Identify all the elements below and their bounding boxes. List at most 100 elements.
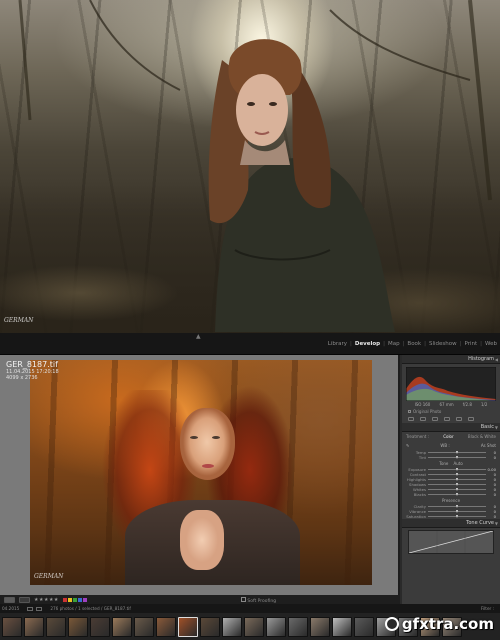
module-library[interactable]: Library <box>325 341 350 347</box>
tone-curve-header[interactable]: Tone Curve ▼ <box>402 519 500 528</box>
grid-view-icon[interactable] <box>27 606 34 611</box>
photo-info-overlay: GER_8187.tif 11.04.2015 17:20:18 4099 x … <box>6 360 59 381</box>
original-photo-toggle[interactable]: Original Photo <box>402 408 500 415</box>
adjustment-brush-icon[interactable] <box>468 417 474 421</box>
module-bar: ▲ Library | Develop | Map | Book | Slideshow… <box>0 333 500 355</box>
filmstrip-thumbnail[interactable] <box>288 617 308 637</box>
soft-proofing-toggle[interactable]: Soft Proofing <box>240 596 276 604</box>
filmstrip-thumbnail[interactable] <box>354 617 374 637</box>
back-arrow-icon[interactable] <box>36 606 43 611</box>
tone-curve-graph[interactable] <box>408 530 494 554</box>
slider-label: Blacks <box>413 492 426 497</box>
slider-track[interactable] <box>428 504 486 508</box>
module-slideshow[interactable]: Slideshow <box>426 341 460 347</box>
exif-aperture: f/2.8 <box>462 402 472 407</box>
original-photo-checkbox[interactable] <box>408 410 411 413</box>
filter-label[interactable]: Filter : <box>481 606 500 611</box>
slider-track[interactable] <box>428 482 486 486</box>
slider-value[interactable]: 0 <box>486 455 496 460</box>
histogram[interactable] <box>406 367 496 401</box>
slider-track[interactable] <box>428 450 486 454</box>
slider-value[interactable]: 0 <box>486 492 496 497</box>
treatment-label: Treatment : <box>406 434 429 439</box>
star-rating[interactable]: ★★★★★ <box>34 597 59 603</box>
tone-label: Tone <box>439 461 449 466</box>
treatment-bw-button[interactable]: Black & White <box>468 434 496 439</box>
basic-header[interactable]: Basic ▼ <box>402 423 500 432</box>
module-print[interactable]: Print <box>461 341 480 347</box>
filmstrip-thumbnail[interactable] <box>178 617 198 637</box>
slider-track[interactable] <box>428 472 486 476</box>
loupe-view-button[interactable] <box>4 597 15 603</box>
filmstrip-thumbnail[interactable] <box>112 617 132 637</box>
color-label-yellow[interactable] <box>67 598 72 602</box>
slider-knob[interactable] <box>455 450 458 454</box>
slider-knob[interactable] <box>455 455 458 459</box>
tone-auto-button[interactable]: Auto <box>454 461 463 466</box>
module-develop[interactable]: Develop <box>352 341 383 347</box>
collapse-triangle-icon[interactable]: ◀ <box>495 355 498 364</box>
photo-signature: GERMAN <box>34 573 64 580</box>
collapse-triangle-icon[interactable]: ▼ <box>495 423 498 432</box>
wb-select[interactable]: As Shot <box>481 443 496 448</box>
tone-subhead: Tone Auto <box>402 460 500 467</box>
filmstrip-thumbnail[interactable] <box>24 617 44 637</box>
exif-readout: ISO 160 67 mm f/2.8 1/2 <box>402 401 500 408</box>
left-eye <box>190 436 198 439</box>
graduated-filter-icon[interactable] <box>444 417 450 421</box>
filmstrip-thumbnail[interactable] <box>200 617 220 637</box>
red-eye-icon[interactable] <box>432 417 438 421</box>
edited-photo[interactable]: GERMAN <box>30 360 372 585</box>
histogram-header[interactable]: Histogram ◀ <box>402 355 500 364</box>
slider-track[interactable] <box>428 492 486 496</box>
tone-curve-line <box>409 531 493 553</box>
lips <box>202 464 214 468</box>
slider-track[interactable] <box>428 509 486 513</box>
slider-knob[interactable] <box>455 504 458 508</box>
slider-knob[interactable] <box>455 514 458 518</box>
color-label-blue[interactable] <box>77 598 82 602</box>
filmstrip-thumbnail[interactable] <box>332 617 352 637</box>
filmstrip-thumbnail[interactable] <box>266 617 286 637</box>
slider-track[interactable] <box>428 455 486 459</box>
slider-track[interactable] <box>428 514 486 518</box>
watermark-logo-icon <box>384 617 399 631</box>
module-web[interactable]: Web <box>482 341 500 347</box>
filmstrip-thumbnail[interactable] <box>156 617 176 637</box>
slider-track[interactable] <box>428 487 486 491</box>
tone-sliders: Exposure 0.00 Contrast 0 Highlights 0 Shadows 0… <box>402 467 500 497</box>
slider-knob[interactable] <box>455 509 458 513</box>
filmstrip-thumbnail[interactable] <box>68 617 88 637</box>
soft-proofing-checkbox[interactable] <box>240 596 246 602</box>
filmstrip-thumbnail[interactable] <box>134 617 154 637</box>
slider-track[interactable] <box>428 477 486 481</box>
collapse-triangle-icon[interactable]: ▼ <box>495 519 498 528</box>
slider-knob[interactable] <box>455 477 458 481</box>
folder-path[interactable]: 04.2015 <box>2 606 19 611</box>
slider-knob[interactable] <box>455 492 458 496</box>
filmstrip-thumbnail[interactable] <box>222 617 242 637</box>
collapse-panel-icon[interactable]: ▲ <box>196 333 201 340</box>
module-book[interactable]: Book <box>404 341 424 347</box>
before-after-button[interactable] <box>19 597 30 603</box>
slider-knob[interactable] <box>455 467 458 471</box>
filmstrip-thumbnail[interactable] <box>2 617 22 637</box>
slider-knob[interactable] <box>455 472 458 476</box>
slider-track[interactable] <box>428 467 486 471</box>
filmstrip-thumbnail[interactable] <box>46 617 66 637</box>
crop-tool-icon[interactable] <box>408 417 414 421</box>
develop-image-view: GERMAN GER_8187.tif 11.04.2015 17:20:18 … <box>0 355 400 620</box>
module-map[interactable]: Map <box>385 341 403 347</box>
filmstrip-thumbnail[interactable] <box>90 617 110 637</box>
color-label-red[interactable] <box>62 598 67 602</box>
eyedropper-icon[interactable]: ✎ <box>406 443 409 448</box>
slider-knob[interactable] <box>455 487 458 491</box>
treatment-color-button[interactable]: Color <box>443 434 453 439</box>
filmstrip-thumbnail[interactable] <box>244 617 264 637</box>
filmstrip-thumbnail[interactable] <box>310 617 330 637</box>
spot-removal-icon[interactable] <box>420 417 426 421</box>
color-label-purple[interactable] <box>82 598 87 602</box>
radial-filter-icon[interactable] <box>456 417 462 421</box>
slider-knob[interactable] <box>455 482 458 486</box>
color-label-green[interactable] <box>72 598 77 602</box>
